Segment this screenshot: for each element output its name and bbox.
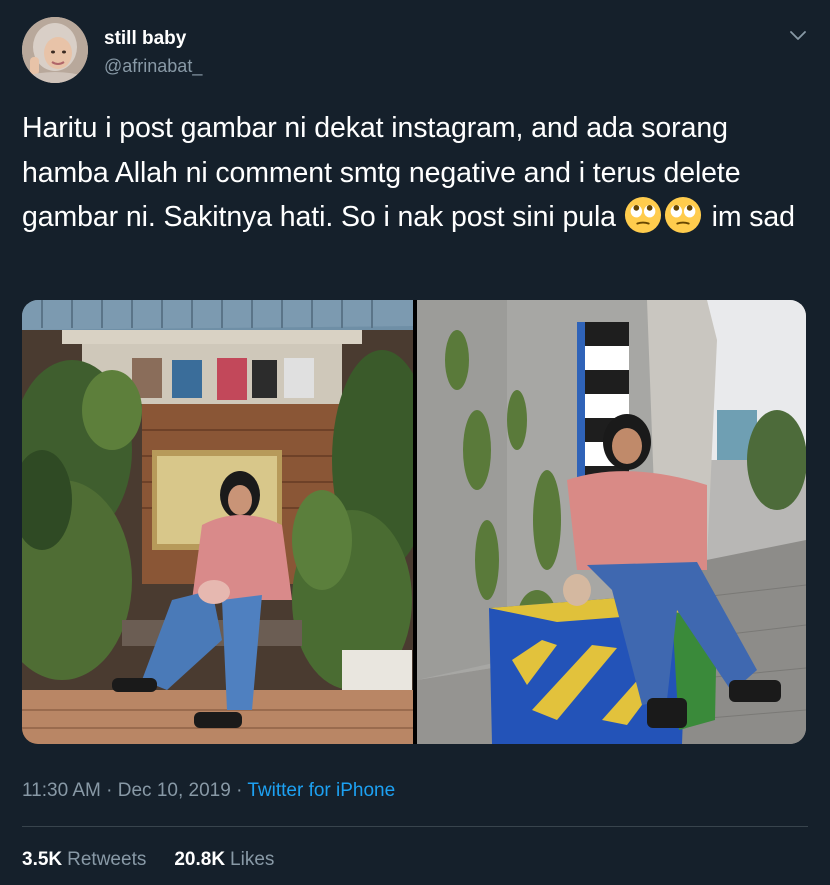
- meta-separator: ·: [100, 780, 118, 801]
- author-display-name[interactable]: still baby: [104, 28, 186, 50]
- tweet-card: still baby @afrinabat_ Haritu i post gam…: [0, 0, 830, 885]
- tweet-text-end: im sad: [711, 201, 795, 233]
- retweets-stat[interactable]: 3.5K Retweets: [22, 849, 146, 871]
- author-handle[interactable]: @afrinabat_: [104, 56, 202, 77]
- retweets-count: 3.5K: [22, 849, 63, 870]
- media-grid: [22, 300, 806, 744]
- face-with-rolling-eyes-emoji: [664, 196, 701, 234]
- face-with-rolling-eyes-emoji: [624, 196, 661, 234]
- tweet-source-link[interactable]: Twitter for iPhone: [247, 780, 395, 801]
- tweet-time[interactable]: 11:30 AM: [22, 780, 101, 801]
- tweet-date[interactable]: Dec 10, 2019: [118, 780, 231, 801]
- tweet-stats: 3.5K Retweets 20.8K Likes: [22, 849, 274, 871]
- tweet-text: Haritu i post gambar ni dekat instagram,…: [22, 106, 812, 240]
- likes-label: Likes: [230, 849, 275, 870]
- photo-left[interactable]: [22, 300, 413, 744]
- chevron-down-icon[interactable]: [784, 22, 812, 50]
- divider: [22, 826, 808, 827]
- retweets-label: Retweets: [67, 849, 147, 870]
- likes-count: 20.8K: [174, 849, 226, 870]
- avatar[interactable]: [22, 17, 88, 83]
- likes-stat[interactable]: 20.8K Likes: [174, 849, 274, 871]
- meta-separator: ·: [230, 780, 248, 801]
- photo-right[interactable]: [417, 300, 806, 744]
- tweet-meta: 11:30 AM · Dec 10, 2019 · Twitter for iP…: [22, 780, 395, 802]
